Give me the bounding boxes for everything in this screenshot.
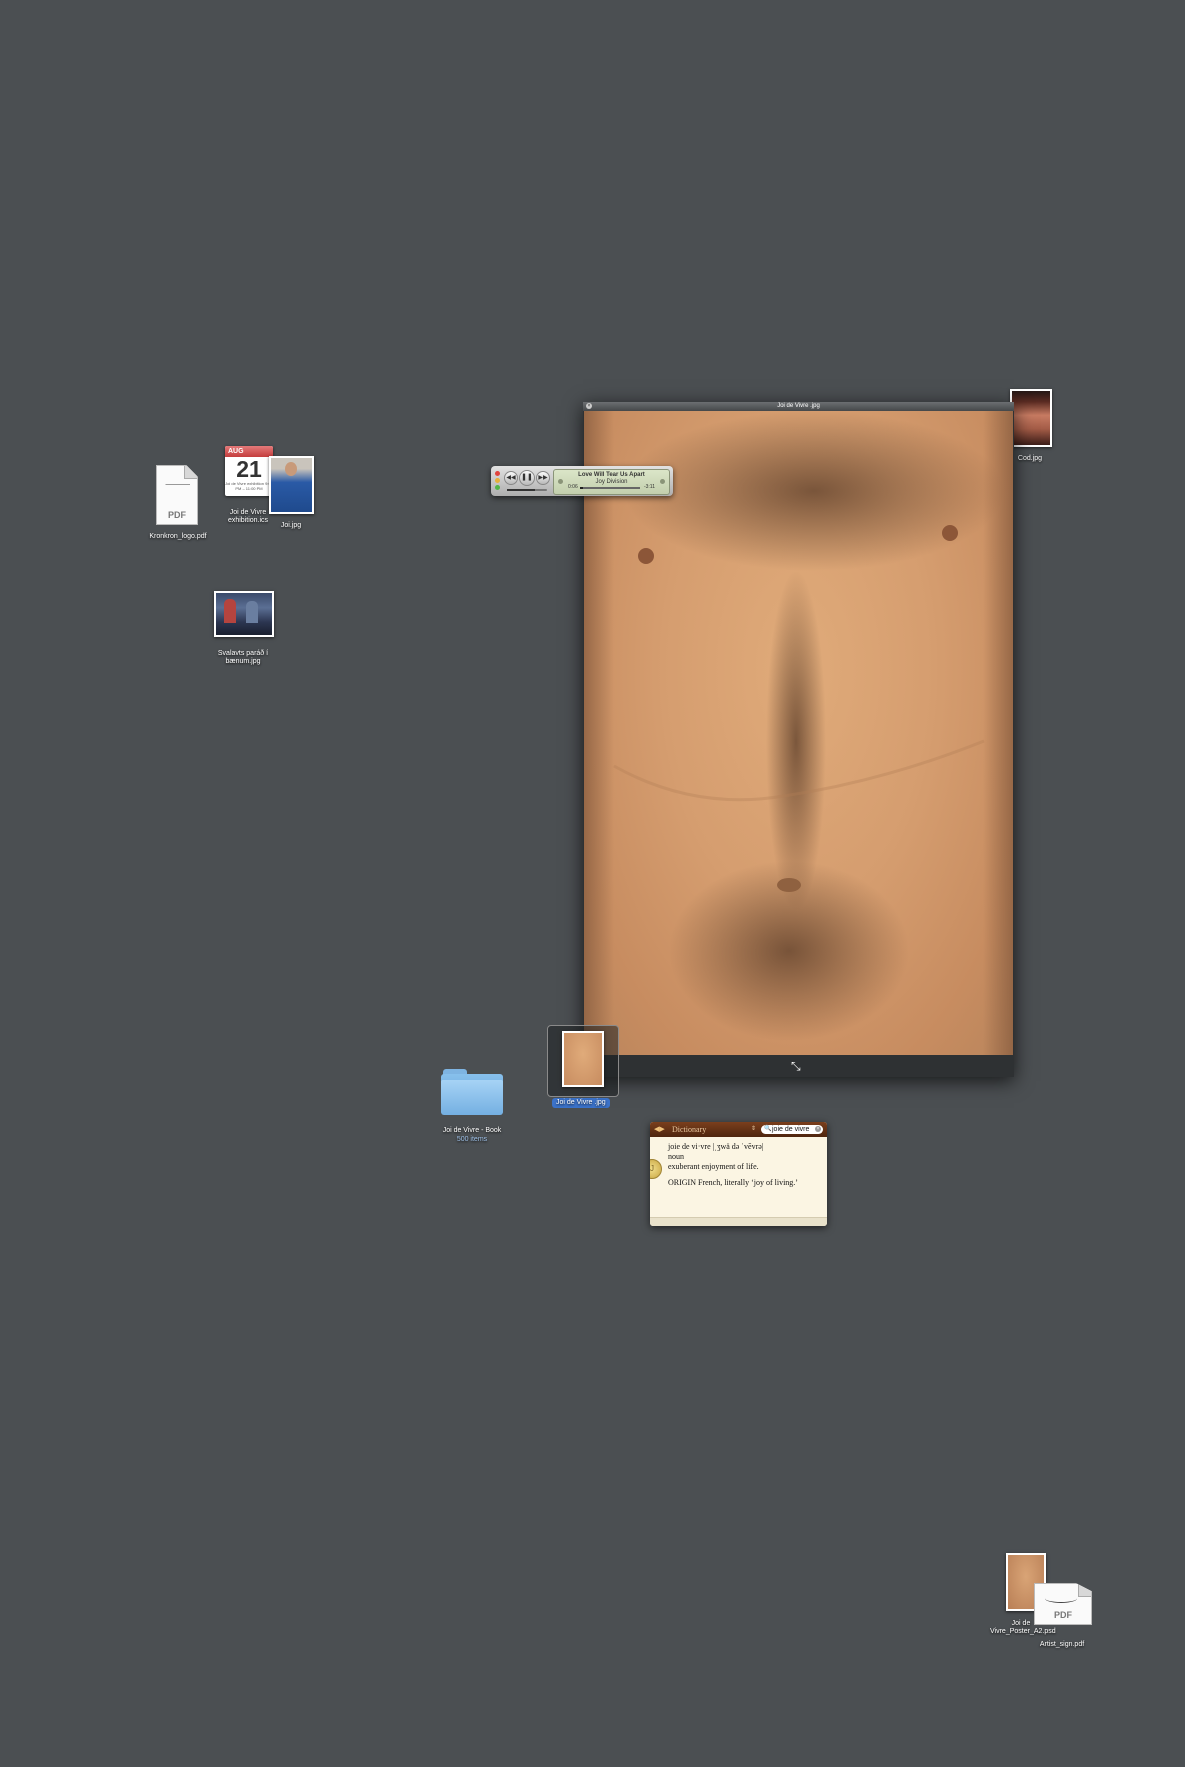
zoom-light-icon[interactable]: [495, 485, 500, 490]
dictionary-source-select[interactable]: Dictionary ⇕: [672, 1125, 756, 1134]
track-title: Love Will Tear Us Apart: [578, 472, 645, 478]
dictionary-pronunciation: |ˌʒwä də ˈvēvrə|: [712, 1142, 764, 1151]
folder-sublabel: 500 items: [456, 1136, 488, 1143]
person-figure: [246, 601, 258, 623]
elapsed-time: 0:06: [568, 484, 578, 490]
joi-de-vivre-jpg-label: Joi de Vivre .jpg: [552, 1098, 610, 1108]
svalavts-jpg-thumbnail[interactable]: [214, 591, 274, 637]
cod-jpg-thumbnail[interactable]: [1010, 389, 1052, 447]
pdf-document-icon: PDF: [156, 465, 198, 525]
person-figure: [224, 599, 236, 623]
progress-fill: [580, 487, 583, 489]
pdf-document-icon: PDF: [1034, 1583, 1092, 1625]
itunes-display: Love Will Tear Us Apart Joy Division 0:0…: [553, 469, 670, 495]
volume-level: [507, 489, 535, 491]
viewer-titlebar[interactable]: × Joi de Vivre .jpg: [583, 402, 1014, 411]
folder-icon[interactable]: [441, 1069, 503, 1115]
exhibition-ics-label: Joi de Vivre exhibition.ics: [227, 509, 269, 524]
toggle-display-icon[interactable]: [558, 479, 563, 484]
signature-scribble-icon: [1045, 1594, 1077, 1603]
volume-slider[interactable]: [507, 489, 547, 491]
calendar-note: Joi de Vivre exhibition 9:00 PM – 11:00 …: [225, 481, 273, 491]
fullscreen-icon[interactable]: ⤡: [791, 1059, 801, 1073]
pdf-badge: PDF: [168, 510, 186, 520]
search-icon: 🔍: [764, 1126, 772, 1132]
progress-bar[interactable]: [580, 487, 640, 489]
dictionary-query: joie de vivre: [772, 1126, 810, 1133]
snapback-icon[interactable]: [660, 479, 665, 484]
dictionary-pos: noun: [668, 1152, 684, 1161]
torso-photo: [584, 411, 1013, 1055]
kronkron-pdf-label: Kronkron_logo.pdf: [149, 533, 207, 540]
pause-icon[interactable]: ❚❚: [519, 470, 535, 486]
dictionary-footer: [650, 1217, 827, 1226]
dictionary-widget[interactable]: ◀▶ Dictionary ⇕ 🔍 joie de vivre × J joie…: [650, 1122, 827, 1226]
clear-search-icon[interactable]: ×: [815, 1126, 821, 1132]
close-light-icon[interactable]: [495, 471, 500, 476]
person-head-icon: [285, 462, 297, 476]
calendar-day: 21: [236, 456, 262, 482]
artist-sign-pdf-label: Artist_sign.pdf: [1039, 1641, 1085, 1648]
chevron-updown-icon: ⇕: [750, 1126, 756, 1132]
dictionary-seal-icon: J: [650, 1159, 662, 1179]
minimize-light-icon[interactable]: [495, 478, 500, 483]
close-icon[interactable]: ×: [586, 403, 592, 409]
back-forward-icon[interactable]: ◀▶: [654, 1125, 665, 1133]
pdf-badge: PDF: [1054, 1610, 1072, 1620]
remaining-time: -3:11: [643, 484, 655, 490]
joi-jpg-label: Joi.jpg: [280, 522, 302, 529]
quick-look-window[interactable]: × Joi de Vivre .jpg ⤡: [583, 402, 1014, 1077]
selected-icon-highlight[interactable]: [547, 1025, 619, 1097]
calendar-ics-icon[interactable]: AUG 21 Joi de Vivre exhibition 9:00 PM –…: [225, 446, 273, 496]
kronkron-pdf-file[interactable]: PDF: [156, 465, 198, 525]
dictionary-origin: ORIGIN French, literally ‘joy of living.…: [668, 1178, 798, 1187]
previous-track-icon[interactable]: ◀◀: [504, 471, 518, 485]
folder-label: Joi de Vivre - Book: [442, 1127, 502, 1134]
viewer-image: [584, 411, 1013, 1055]
dictionary-definition: exuberant enjoyment of life.: [668, 1162, 759, 1171]
dictionary-source-label: Dictionary: [672, 1125, 707, 1134]
next-track-icon[interactable]: ▶▶: [536, 471, 550, 485]
artist-sign-pdf-file[interactable]: PDF: [1034, 1583, 1092, 1625]
joi-jpg-thumbnail[interactable]: [269, 456, 314, 514]
joi-de-vivre-jpg-thumbnail: [562, 1031, 604, 1087]
dictionary-entry: joie de vi·vre |ˌʒwä də ˈvēvrə| noun exu…: [668, 1142, 823, 1188]
dictionary-search-input[interactable]: 🔍 joie de vivre ×: [761, 1125, 823, 1134]
svalavts-jpg-label: Svalavts paráð í bænum.jpg: [217, 650, 269, 665]
viewer-title: Joi de Vivre .jpg: [777, 403, 820, 409]
hanger-logo-icon: [165, 484, 190, 495]
dictionary-headword: joie de vi·vre: [668, 1142, 711, 1151]
itunes-mini-player[interactable]: ◀◀ ❚❚ ▶▶ Love Will Tear Us Apart Joy Div…: [491, 466, 673, 496]
